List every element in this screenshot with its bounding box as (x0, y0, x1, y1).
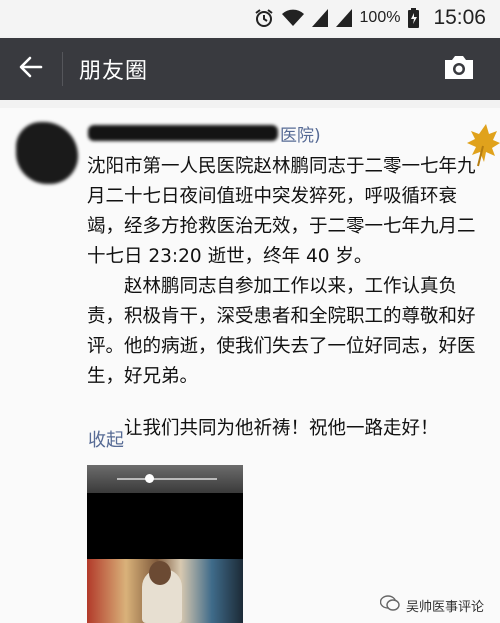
author-name-tail: 医院) (280, 125, 321, 146)
camera-icon (443, 53, 475, 85)
wifi-icon (281, 9, 304, 27)
back-arrow-icon (19, 56, 43, 82)
author-name[interactable]: 医院) (88, 120, 321, 146)
avatar[interactable] (16, 122, 78, 184)
signal-icon (311, 9, 328, 27)
video-progress-track (117, 478, 217, 480)
video-thumbnail[interactable] (87, 465, 243, 623)
battery-icon (408, 8, 420, 28)
wechat-logo-icon (379, 595, 400, 615)
post-body: 沈阳市第一人民医院赵林鹏同志于二零一七年九月二十七日夜间值班中突发猝死，呼吸循环… (87, 152, 482, 444)
alarm-icon (254, 8, 274, 28)
watermark: 吴帅医事评论 (379, 595, 484, 615)
redacted-name (88, 125, 278, 141)
signal-icon (335, 9, 352, 27)
back-button[interactable] (0, 38, 62, 100)
status-bar: 100% 15:06 (0, 0, 500, 36)
moments-feed: 医院) 沈阳市第一人民医院赵林鹏同志于二零一七年九月二十七日夜间值班中突发猝死，… (0, 108, 500, 623)
video-person-head (149, 561, 171, 585)
post-paragraph: 让我们共同为他祈祷！祝他一路走好！ (124, 418, 439, 439)
post-paragraph: 沈阳市第一人民医院赵林鹏同志于二零一七年九月二十七日夜间值班中突发猝死，呼吸循环… (87, 156, 476, 267)
app-bar-divider (62, 52, 63, 86)
camera-button[interactable] (440, 52, 478, 86)
post-paragraph: 赵林鹏同志自参加工作以来，工作认真负责，积极肯干，深受患者和全院职工的尊敬和好评… (87, 276, 476, 387)
app-bar: 朋友圈 (0, 38, 500, 100)
video-progress-knob (145, 474, 154, 483)
page-title: 朋友圈 (79, 58, 149, 83)
collapse-link[interactable]: 收起 (88, 426, 124, 452)
clock: 15:06 (433, 6, 486, 29)
watermark-label: 吴帅医事评论 (405, 599, 484, 615)
battery-percentage: 100% (359, 9, 401, 26)
